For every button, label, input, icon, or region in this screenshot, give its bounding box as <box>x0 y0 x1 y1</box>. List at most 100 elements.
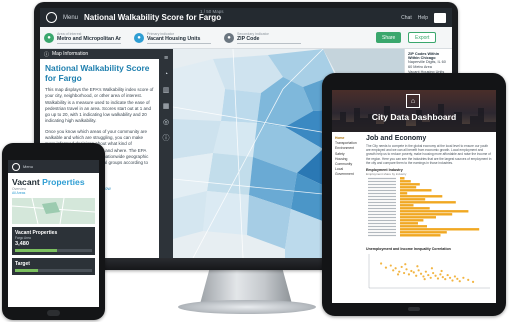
scatter-point[interactable] <box>419 272 423 275</box>
target-icon[interactable]: ◎ <box>162 119 170 127</box>
info-icon: ⓘ <box>44 51 50 58</box>
account-button[interactable] <box>434 12 446 23</box>
primary-indicator-selector[interactable]: ● Primary indicator Vacant Housing Units <box>134 29 211 47</box>
dashboard-nav: Home Transportation Environment Safety H… <box>332 132 363 182</box>
scatter-point[interactable] <box>392 269 395 272</box>
chart-bar[interactable] <box>400 234 441 237</box>
chart-bar[interactable] <box>400 213 453 216</box>
scatter-point[interactable] <box>422 275 425 278</box>
section-paragraph: The City needs to compete in the global … <box>366 144 492 165</box>
scatter-point[interactable] <box>410 269 413 273</box>
bar-category-label <box>368 189 396 192</box>
scatter-point[interactable] <box>440 269 443 273</box>
scatter-point[interactable] <box>416 265 419 268</box>
bar-chart-icon[interactable]: ▥ <box>162 87 170 95</box>
phone-area-link[interactable]: All Areas <box>8 191 99 195</box>
phone-title-part: Vacant <box>12 177 43 187</box>
chart-bar[interactable] <box>400 189 432 192</box>
scatter-point[interactable] <box>439 273 442 276</box>
info-icon[interactable]: ⓘ <box>162 135 170 143</box>
scatter-point[interactable] <box>432 271 435 275</box>
chart-icon[interactable]: ◔ <box>162 71 170 79</box>
scatter-point[interactable] <box>434 274 437 277</box>
scatter-point[interactable] <box>458 280 461 283</box>
scatter-point[interactable] <box>389 264 392 267</box>
scatter-point[interactable] <box>430 267 434 270</box>
map-tract[interactable] <box>221 89 261 123</box>
scatter-point[interactable] <box>444 278 447 281</box>
menu-button[interactable]: Menu <box>63 15 78 21</box>
chart-bar[interactable] <box>400 180 411 183</box>
scatter-point[interactable] <box>415 274 418 277</box>
scatter-point[interactable] <box>380 262 383 265</box>
scatter-point[interactable] <box>462 276 465 279</box>
scatter-point[interactable] <box>384 266 388 269</box>
chart-bar[interactable] <box>400 207 430 210</box>
phone-menu-button[interactable]: Menu <box>23 164 33 169</box>
map-tract[interactable] <box>203 191 249 235</box>
app-logo-icon[interactable] <box>12 162 20 171</box>
chart-bar[interactable] <box>400 192 408 195</box>
scatter-point[interactable] <box>412 271 415 274</box>
chart-bar[interactable] <box>400 177 405 180</box>
card-title: Target <box>15 261 30 267</box>
chart-bar[interactable] <box>400 210 469 213</box>
dashboard-hero: ⌂ City Data Dashboard <box>332 90 496 132</box>
scatter-point[interactable] <box>448 276 452 279</box>
tablet-home-button[interactable] <box>408 307 420 311</box>
bar-category-label <box>368 210 396 213</box>
chart-bar[interactable] <box>400 186 417 189</box>
map-title: National Walkability Score for Fargo <box>45 63 150 83</box>
area-selector[interactable]: ● Area of interest Metro and Micropolita… <box>44 29 121 47</box>
chart-bar[interactable] <box>400 201 456 204</box>
scatter-point[interactable] <box>451 279 454 282</box>
scatter-point[interactable] <box>436 277 440 280</box>
chart-bar[interactable] <box>400 231 447 234</box>
scatter-point[interactable] <box>456 277 459 280</box>
area-selector-value[interactable]: Metro and Micropolitan Areas <box>57 36 121 44</box>
scatter-point[interactable] <box>471 280 475 283</box>
scatter-point[interactable] <box>429 276 432 279</box>
phone-map-thumbnail[interactable] <box>12 198 95 224</box>
chart-bar[interactable] <box>400 204 414 207</box>
scatter-point[interactable] <box>427 273 430 277</box>
chart-bar[interactable] <box>400 228 480 231</box>
scatter-point[interactable] <box>453 275 457 278</box>
chart-bar[interactable] <box>400 219 424 222</box>
chart-bar[interactable] <box>400 195 443 198</box>
layers-icon[interactable]: ≡ <box>162 55 170 63</box>
chat-button[interactable]: Chat <box>401 15 412 21</box>
chart-bar[interactable] <box>400 216 436 219</box>
phone-home-button[interactable] <box>47 310 60 316</box>
table-icon[interactable]: ▦ <box>162 103 170 111</box>
chart-bar[interactable] <box>400 198 426 201</box>
scatter-point[interactable] <box>404 263 407 266</box>
secondary-indicator-value[interactable]: ZIP Code <box>237 36 301 44</box>
scatter-point[interactable] <box>396 273 400 276</box>
tablet-device: ⌂ City Data Dashboard Home Transportatio… <box>322 73 506 316</box>
scatter-point[interactable] <box>417 269 420 272</box>
scatter-point[interactable] <box>446 273 449 277</box>
scatter-point[interactable] <box>394 267 397 270</box>
scatter-point[interactable] <box>400 265 403 269</box>
scatter-point[interactable] <box>405 268 408 271</box>
export-button[interactable]: Export <box>408 32 437 43</box>
chart-bar[interactable] <box>400 222 418 225</box>
chart-bar[interactable] <box>400 183 420 186</box>
scatter-point[interactable] <box>402 271 406 275</box>
primary-indicator-value[interactable]: Vacant Housing Units <box>147 36 211 44</box>
monitor-stand-neck <box>200 270 292 304</box>
scatter-point[interactable] <box>467 278 470 281</box>
share-button[interactable]: Share <box>376 32 402 43</box>
scatter-point[interactable] <box>398 270 401 273</box>
scatter-point[interactable] <box>423 278 426 281</box>
nav-item-local-government[interactable]: Local Government <box>335 167 360 177</box>
scatter-point[interactable] <box>407 273 411 276</box>
app-top-bar: Menu National Walkability Score for Farg… <box>40 8 452 27</box>
help-button[interactable]: Help <box>418 15 428 21</box>
app-logo-icon[interactable] <box>46 12 57 23</box>
chart-bar[interactable] <box>400 225 427 228</box>
secondary-indicator-selector[interactable]: ● Secondary indicator ZIP Code <box>224 29 301 47</box>
scatter-point[interactable] <box>424 270 427 273</box>
scatter-point[interactable] <box>441 276 444 279</box>
